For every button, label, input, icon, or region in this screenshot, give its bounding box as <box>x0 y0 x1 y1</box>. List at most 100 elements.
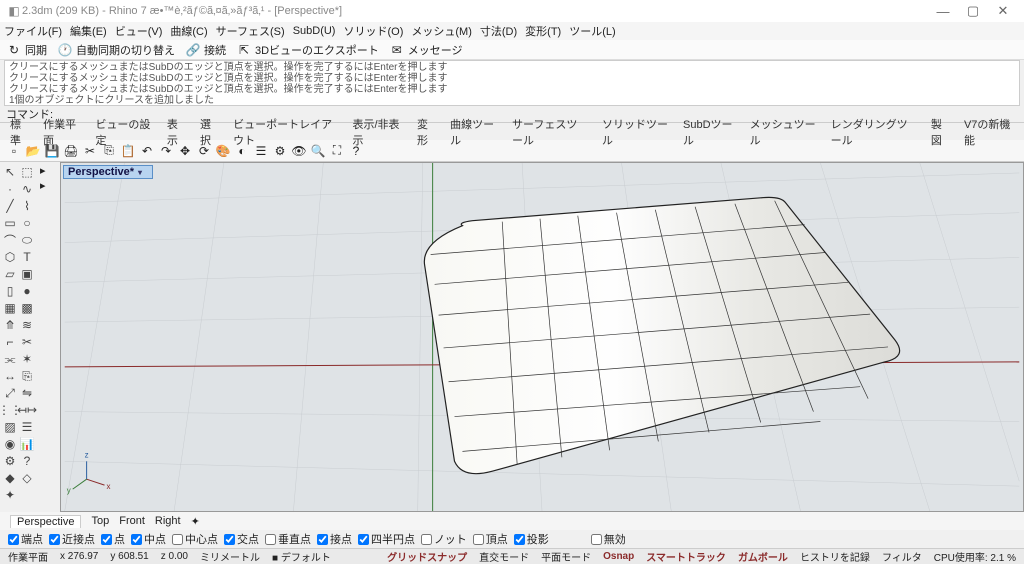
print-icon[interactable]: 🖨 <box>63 143 79 159</box>
zoomext-icon[interactable]: ⛶ <box>329 143 345 159</box>
render-icon[interactable]: 🎨 <box>215 143 231 159</box>
osnap-checkbox[interactable] <box>421 534 432 545</box>
new-icon[interactable]: ▫ <box>6 143 22 159</box>
rotate-icon[interactable]: ⟳ <box>196 143 212 159</box>
zoom-icon[interactable]: 🔍 <box>310 143 326 159</box>
shade-icon[interactable]: ◐ <box>234 143 250 159</box>
flyout1-icon[interactable]: ▸ <box>40 164 58 177</box>
menu-tools[interactable]: ツール(L) <box>569 23 615 39</box>
viewport-label[interactable]: Perspective* <box>63 165 153 179</box>
menu-subd[interactable]: SubD(U) <box>293 25 336 37</box>
status-history[interactable]: ヒストリを記録 <box>800 549 870 564</box>
analyze-icon[interactable]: 📊 <box>19 436 35 452</box>
misc1-icon[interactable]: ◆ <box>2 470 18 486</box>
osnap-checkbox[interactable] <box>131 534 142 545</box>
status-ortho[interactable]: 直交モード <box>479 549 529 564</box>
osnap-checkbox[interactable] <box>265 534 276 545</box>
viewtab-perspective[interactable]: Perspective <box>10 515 81 528</box>
status-planar[interactable]: 平面モード <box>541 549 591 564</box>
close-button[interactable]: ✕ <box>988 3 1018 19</box>
fillet-icon[interactable]: ⌐ <box>2 334 18 350</box>
save-icon[interactable]: 💾 <box>44 143 60 159</box>
dim-icon[interactable]: ↤↦ <box>19 402 35 418</box>
osnap-接点[interactable]: 接点 <box>317 531 352 547</box>
help2-icon[interactable]: ? <box>19 453 35 469</box>
osnap-交点[interactable]: 交点 <box>224 531 259 547</box>
props-icon[interactable]: ⚙ <box>272 143 288 159</box>
osnap-四半円点[interactable]: 四半円点 <box>358 531 415 547</box>
osnap-垂直点[interactable]: 垂直点 <box>265 531 311 547</box>
osnap-中点[interactable]: 中点 <box>131 531 166 547</box>
viewtab-top[interactable]: Top <box>91 515 109 527</box>
misc3-icon[interactable]: ✦ <box>2 487 18 503</box>
menu-file[interactable]: ファイル(F) <box>4 23 62 39</box>
tab-rendertools[interactable]: レンダリングツール <box>831 116 917 148</box>
osnap-ノット[interactable]: ノット <box>421 531 467 547</box>
cut-icon[interactable]: ✂ <box>82 143 98 159</box>
tab-surfacetools[interactable]: サーフェスツール <box>512 116 588 148</box>
loft-icon[interactable]: ≋ <box>19 317 35 333</box>
rect-icon[interactable]: ▭ <box>2 215 18 231</box>
hide-icon[interactable]: 👁 <box>291 143 307 159</box>
ellipse-icon[interactable]: ⬭ <box>19 232 35 248</box>
osnap-端点[interactable]: 端点 <box>8 531 43 547</box>
tab-subdtools[interactable]: SubDツール <box>683 116 736 148</box>
subd-icon[interactable]: ▩ <box>19 300 35 316</box>
osnap-checkbox[interactable] <box>101 534 112 545</box>
line-icon[interactable]: ╱ <box>2 198 18 214</box>
viewtab-front[interactable]: Front <box>119 515 145 527</box>
options-icon[interactable]: ⚙ <box>2 453 18 469</box>
surface-icon[interactable]: ▱ <box>2 266 18 282</box>
status-gridsnap[interactable]: グリッドスナップ <box>387 549 467 564</box>
text-icon[interactable]: T <box>19 249 35 265</box>
connect-button[interactable]: 🔗接続 <box>185 42 226 58</box>
paste-icon[interactable]: 📋 <box>120 143 136 159</box>
tab-transform[interactable]: 変形 <box>417 116 436 148</box>
tab-drafting[interactable]: 製図 <box>931 116 950 148</box>
osnap-中心点[interactable]: 中心点 <box>172 531 218 547</box>
trim-icon[interactable]: ✂ <box>19 334 35 350</box>
tab-solidtools[interactable]: ソリッドツール <box>602 116 669 148</box>
autosync-button[interactable]: 🕐自動同期の切り替え <box>57 42 175 58</box>
redo-icon[interactable]: ↷ <box>158 143 174 159</box>
viewtab-add[interactable]: ✦ <box>191 515 200 528</box>
lasso-icon[interactable]: ⬚ <box>19 164 35 180</box>
status-filter[interactable]: フィルタ <box>882 549 922 564</box>
osnap-点[interactable]: 点 <box>101 531 125 547</box>
polyline-icon[interactable]: ⌇ <box>19 198 35 214</box>
osnap-checkbox[interactable] <box>8 534 19 545</box>
tab-curvetools[interactable]: 曲線ツール <box>450 116 498 148</box>
mesh-icon[interactable]: ▦ <box>2 300 18 316</box>
osnap-投影[interactable]: 投影 <box>514 531 549 547</box>
solid-icon[interactable]: ▣ <box>19 266 35 282</box>
osnap-disable[interactable]: 無効 <box>591 531 626 547</box>
viewport[interactable]: Perspective* <box>60 162 1024 512</box>
sync-button[interactable]: ↻同期 <box>6 42 47 58</box>
status-layer[interactable]: ■ デフォルト <box>272 549 331 564</box>
array-icon[interactable]: ⋮⋮ <box>2 402 18 418</box>
minimize-button[interactable]: — <box>928 4 958 19</box>
box-icon[interactable]: ▯ <box>2 283 18 299</box>
copy-icon[interactable]: ⎘ <box>101 143 117 159</box>
status-gumball[interactable]: ガムボール <box>738 549 788 564</box>
polygon-icon[interactable]: ⬡ <box>2 249 18 265</box>
status-cplane[interactable]: 作業平面 <box>8 549 48 564</box>
menu-mesh[interactable]: メッシュ(M) <box>411 23 472 39</box>
osnap-checkbox[interactable] <box>514 534 525 545</box>
render2-icon[interactable]: ◉ <box>2 436 18 452</box>
arc-icon[interactable]: ⌒ <box>2 232 18 248</box>
hatch-icon[interactable]: ▨ <box>2 419 18 435</box>
copy2-icon[interactable]: ⎘ <box>19 368 35 384</box>
move2-icon[interactable]: ↔ <box>2 368 18 384</box>
circle-icon[interactable]: ○ <box>19 215 35 231</box>
osnap-近接点[interactable]: 近接点 <box>49 531 95 547</box>
menu-dimension[interactable]: 寸法(D) <box>480 23 517 39</box>
sphere-icon[interactable]: ● <box>19 283 35 299</box>
flyout2-icon[interactable]: ▸ <box>40 179 58 192</box>
open-icon[interactable]: 📂 <box>25 143 41 159</box>
message-button[interactable]: ✉メッセージ <box>389 42 463 58</box>
scale-icon[interactable]: ⤢ <box>2 385 18 401</box>
menu-view[interactable]: ビュー(V) <box>115 23 163 39</box>
osnap-checkbox[interactable] <box>224 534 235 545</box>
curve-icon[interactable]: ∿ <box>19 181 35 197</box>
